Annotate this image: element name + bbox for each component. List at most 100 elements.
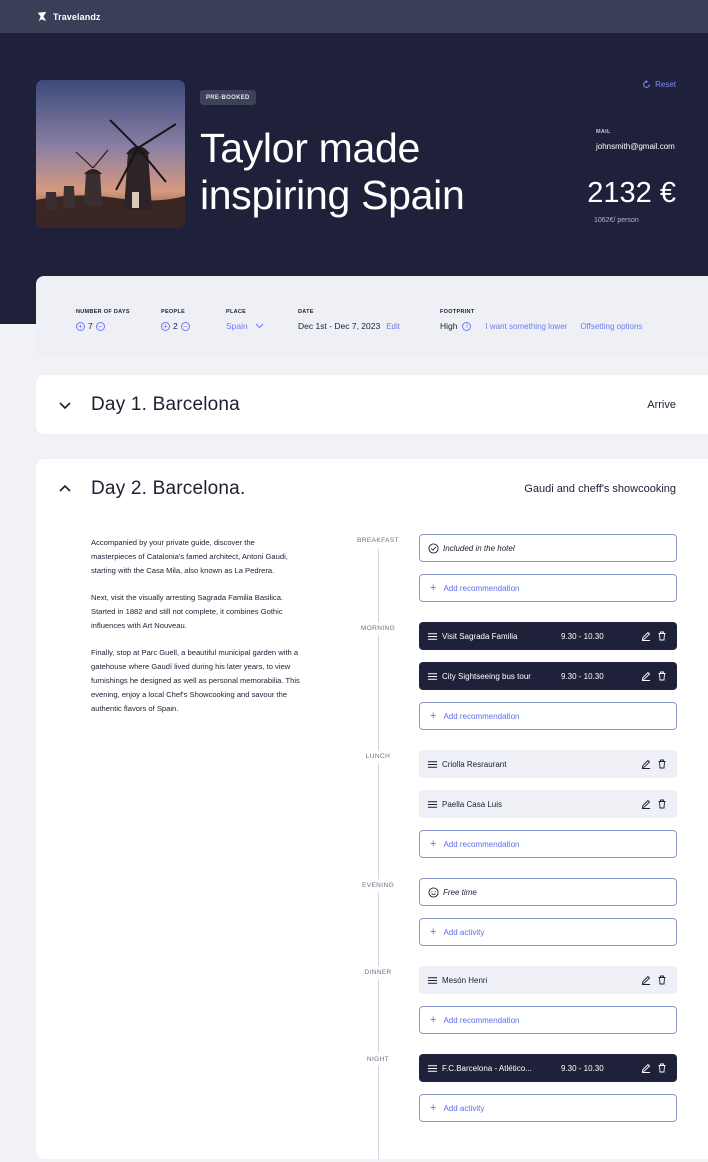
trash-icon[interactable] xyxy=(657,759,667,769)
plus-icon[interactable]: + xyxy=(76,321,85,331)
footprint-field: FOOTPRINT High i I want something lower … xyxy=(440,309,642,331)
app-name[interactable]: Travelandz xyxy=(53,12,101,22)
description-paragraph: Finally, stop at Parc Guell, a beautiful… xyxy=(91,648,300,713)
edit-icon[interactable] xyxy=(641,799,651,809)
price-per-person: 1062€/ person xyxy=(594,217,639,224)
add-recommendation-button[interactable]: + Add recommendation xyxy=(419,574,677,602)
day-1-subtitle: Arrive xyxy=(647,399,676,411)
item-label: Free time xyxy=(443,887,477,897)
drag-handle-icon[interactable] xyxy=(427,799,438,810)
status-badge: PRE-BOOKED xyxy=(200,90,256,105)
day-1-title: Day 1. Barcelona xyxy=(91,394,240,415)
lower-footprint-link[interactable]: I want something lower xyxy=(485,322,567,331)
info-icon[interactable]: i xyxy=(462,321,472,331)
free-time-item[interactable]: Free time xyxy=(419,878,677,906)
date-value: Dec 1st - Dec 7, 2023 xyxy=(298,321,381,331)
slot-label-morning: MORNING xyxy=(338,622,418,635)
chevron-down-icon xyxy=(255,323,264,329)
item-time: 9.30 - 10.30 xyxy=(561,1063,604,1073)
plus-icon[interactable]: + xyxy=(161,321,170,331)
activity-item-sagrada[interactable]: Visit Sagrada Familia 9.30 - 10.30 xyxy=(419,622,677,650)
activity-item-fcb[interactable]: F.C.Barcelona - Atlético... 9.30 - 10.30 xyxy=(419,1054,677,1082)
plus-icon: + xyxy=(430,926,437,938)
slot-label-night: NIGHT xyxy=(338,1053,418,1066)
date-field: DATE Dec 1st - Dec 7, 2023 Edit xyxy=(298,309,400,331)
item-label: Mesón Henri xyxy=(442,975,488,985)
date-label: DATE xyxy=(298,309,314,315)
plus-icon: + xyxy=(430,1102,437,1114)
breakfast-included-item[interactable]: Included in the hotel xyxy=(419,534,677,562)
drag-handle-icon[interactable] xyxy=(427,759,438,770)
days-value: 7 xyxy=(88,321,93,331)
item-time: 9.30 - 10.30 xyxy=(561,631,604,641)
drag-handle-icon[interactable] xyxy=(427,631,438,642)
place-select[interactable]: Spain xyxy=(226,321,264,331)
edit-date-link[interactable]: Edit xyxy=(386,322,400,331)
day-2-subtitle: Gaudi and cheff's showcooking xyxy=(524,483,676,495)
item-label: Paella Casa Luis xyxy=(442,799,503,809)
add-recommendation-label: Add recommendation xyxy=(443,839,520,849)
plus-icon: + xyxy=(430,838,437,850)
add-activity-button[interactable]: + Add activity xyxy=(419,1094,677,1122)
add-recommendation-button[interactable]: + Add recommendation xyxy=(419,702,677,730)
chevron-up-icon[interactable] xyxy=(58,482,72,496)
drag-handle-icon[interactable] xyxy=(427,975,438,986)
restaurant-item-meson[interactable]: Mesón Henri xyxy=(419,966,677,994)
item-label: F.C.Barcelona - Atlético... xyxy=(442,1063,532,1073)
edit-icon[interactable] xyxy=(641,759,651,769)
logo-icon[interactable] xyxy=(36,10,49,23)
day-1-header[interactable]: Day 1. Barcelona Arrive xyxy=(36,375,708,435)
timeline-line xyxy=(378,549,379,1159)
total-price: 2132 € xyxy=(587,177,676,209)
place-label: PLACE xyxy=(226,309,247,315)
mail-value: johnsmith@gmail.com xyxy=(596,142,675,151)
offsetting-options-link[interactable]: Offsetting options xyxy=(580,322,642,331)
people-value: 2 xyxy=(173,321,178,331)
restaurant-item-criolla[interactable]: Criolla Resraurant xyxy=(419,750,677,778)
trash-icon[interactable] xyxy=(657,975,667,985)
chevron-down-icon[interactable] xyxy=(58,398,72,412)
plus-icon: + xyxy=(430,1014,437,1026)
day-2-description: Accompanied by your private guide, disco… xyxy=(91,536,301,729)
check-circle-icon xyxy=(428,542,439,554)
add-recommendation-label: Add recommendation xyxy=(443,711,520,721)
add-recommendation-button[interactable]: + Add recommendation xyxy=(419,830,677,858)
slot-label-evening: EVENING xyxy=(338,879,418,892)
edit-icon[interactable] xyxy=(641,671,651,681)
top-bar: Travelandz xyxy=(0,0,708,33)
slot-label-breakfast: BREAKFAST xyxy=(338,534,418,547)
minus-icon[interactable]: − xyxy=(180,321,190,331)
trip-title: Taylor made inspiring Spain xyxy=(200,125,465,218)
restaurant-item-paella[interactable]: Paella Casa Luis xyxy=(419,790,677,818)
trash-icon[interactable] xyxy=(657,799,667,809)
day-2-header[interactable]: Day 2. Barcelona. Gaudi and cheff's show… xyxy=(36,459,708,519)
minus-icon[interactable]: − xyxy=(95,321,105,331)
slot-label-dinner: DINNER xyxy=(338,966,418,979)
trash-icon[interactable] xyxy=(657,631,667,641)
people-label: PEOPLE xyxy=(161,309,186,315)
days-field: NUMBER OF DAYS + 7 − xyxy=(76,309,130,331)
people-field: PEOPLE + 2 − xyxy=(161,309,190,331)
trip-summary: NUMBER OF DAYS + 7 − PEOPLE + 2 − PLACE … xyxy=(36,276,708,356)
item-time: 9.30 - 10.30 xyxy=(561,671,604,681)
add-recommendation-button[interactable]: + Add recommendation xyxy=(419,1006,677,1034)
days-label: NUMBER OF DAYS xyxy=(76,309,130,315)
trash-icon[interactable] xyxy=(657,671,667,681)
hero-image xyxy=(36,80,185,228)
plus-icon: + xyxy=(430,582,437,594)
edit-icon[interactable] xyxy=(641,631,651,641)
activity-item-bus-tour[interactable]: City Sightseeing bus tour 9.30 - 10.30 xyxy=(419,662,677,690)
day-1-card: Day 1. Barcelona Arrive xyxy=(36,375,708,434)
day-2-title: Day 2. Barcelona. xyxy=(91,478,246,499)
edit-icon[interactable] xyxy=(641,975,651,985)
add-recommendation-label: Add recommendation xyxy=(443,1015,520,1025)
drag-handle-icon[interactable] xyxy=(427,1063,438,1074)
reset-button[interactable]: Reset xyxy=(642,80,676,89)
edit-icon[interactable] xyxy=(641,1063,651,1073)
trash-icon[interactable] xyxy=(657,1063,667,1073)
place-value: Spain xyxy=(226,321,248,331)
footprint-value: High xyxy=(440,321,458,331)
drag-handle-icon[interactable] xyxy=(427,671,438,682)
add-activity-button[interactable]: + Add activity xyxy=(419,918,677,946)
add-recommendation-label: Add recommendation xyxy=(443,583,520,593)
